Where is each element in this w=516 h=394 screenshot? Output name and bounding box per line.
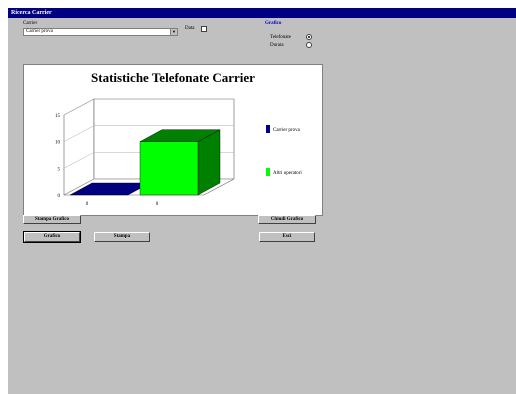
carrier-combobox-value: Carrier prova — [26, 29, 53, 34]
stampa-button[interactable]: Stampa — [94, 232, 150, 242]
data-label: Data — [185, 26, 195, 31]
y-tick-label: 0 — [58, 194, 61, 199]
chevron-down-icon[interactable]: ▼ — [170, 29, 177, 35]
radio-telefonate[interactable] — [306, 34, 312, 40]
bar — [139, 141, 199, 196]
data-checkbox[interactable] — [201, 26, 207, 32]
y-tick-label: 10 — [55, 141, 61, 146]
grafico-group-label: Grafico — [265, 21, 282, 26]
y-tick-label: 15 — [55, 114, 61, 119]
radio-telefonate-label: Telefonate — [270, 35, 292, 40]
chart-panel: Statistiche Telefonate Carrier 0 5 10 15 0 0 C… — [23, 64, 323, 216]
radio-durata-label: Durata — [270, 43, 284, 48]
x-tick-label: 0 — [156, 202, 159, 207]
grafico-button[interactable]: Grafico — [23, 231, 81, 243]
bar-chart: 0 5 10 15 0 0 Carrier prova Altri operatori — [55, 98, 302, 207]
legend-swatch — [266, 125, 270, 133]
esci-button[interactable]: Esci — [259, 232, 315, 242]
legend-swatch — [266, 168, 270, 176]
carrier-search-window: Ricerca Carrier Carrier Carrier prova ▼ … — [8, 8, 516, 394]
x-tick-label: 0 — [86, 202, 89, 207]
y-tick-label: 5 — [58, 167, 61, 172]
chiudi-grafico-button[interactable]: Chiudi Grafico — [258, 215, 316, 224]
carrier-label: Carrier — [23, 21, 38, 26]
stampa-grafico-button[interactable]: Stampa Grafico — [23, 215, 81, 224]
radio-durata[interactable] — [306, 42, 312, 48]
window-title: Ricerca Carrier — [8, 8, 516, 18]
chart-side-wall — [63, 98, 95, 196]
carrier-combobox[interactable]: Carrier prova ▼ — [23, 28, 178, 36]
legend-label: Carrier prova — [273, 128, 301, 133]
legend-label: Altri operatori — [273, 171, 302, 176]
